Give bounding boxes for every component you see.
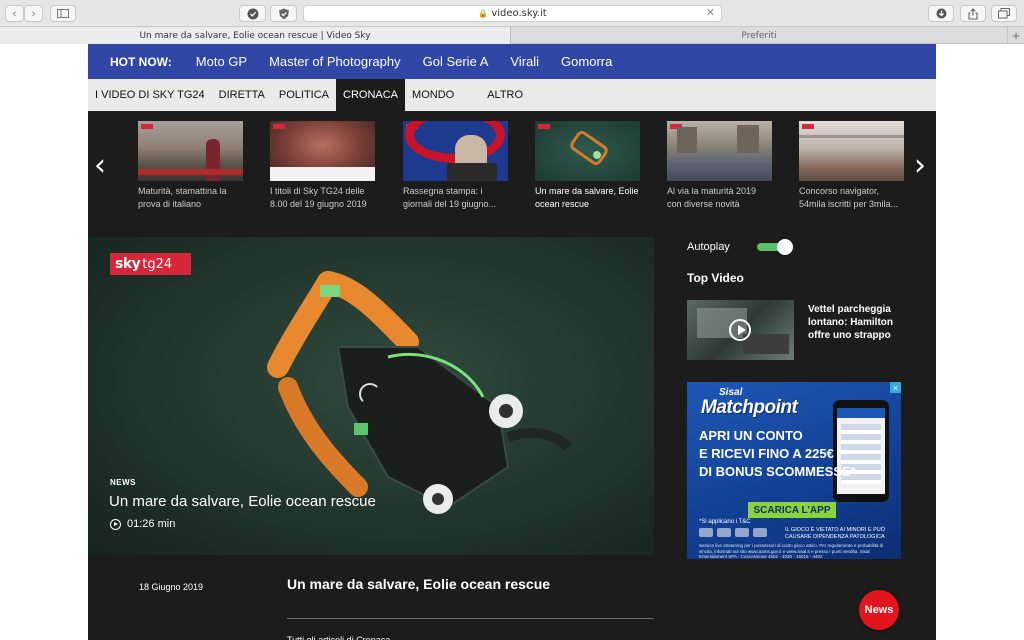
ad-brand: Matchpoint bbox=[701, 397, 798, 418]
logo-sky-text: sky bbox=[115, 256, 141, 272]
sky-badge-icon bbox=[538, 124, 550, 129]
thumbnail-image bbox=[138, 121, 243, 181]
ad-download-button[interactable]: SCARICA L'APP bbox=[748, 502, 836, 518]
sky-badge-icon bbox=[802, 124, 814, 129]
autoplay-row: Autoplay bbox=[687, 237, 901, 257]
autoplay-toggle[interactable] bbox=[757, 239, 793, 255]
downloads-icon[interactable] bbox=[928, 5, 954, 22]
article-title: Un mare da salvare, Eolie ocean rescue bbox=[287, 576, 551, 592]
video-player[interactable]: sky tg24 NEWS Un mare da salvare, Eolie … bbox=[88, 237, 654, 555]
article-date: 18 Giugno 2019 bbox=[139, 582, 204, 592]
tab-strip: Un mare da salvare, Eolie ocean rescue |… bbox=[0, 27, 1024, 44]
phone-illustration-icon bbox=[833, 400, 889, 502]
ad-line-3: DI BONUS SCOMMESSE* bbox=[699, 464, 856, 479]
carousel-caption: Maturità, stamattina la prova di italian… bbox=[138, 186, 227, 209]
play-icon[interactable] bbox=[729, 319, 751, 341]
hot-item-gomorra[interactable]: Gomorra bbox=[561, 54, 612, 69]
ad-terms: *Si applicano i T&C bbox=[699, 519, 751, 525]
carousel-item[interactable]: Concorso navigator, 54mila iscritti per … bbox=[799, 121, 904, 211]
toggle-knob bbox=[777, 239, 793, 255]
video-carousel: ‹ Maturità, stamattina la prova di itali… bbox=[88, 111, 936, 218]
article-more-link[interactable]: Tutti gli articoli di Cronaca bbox=[287, 634, 390, 640]
logo-tg24-text: tg24 bbox=[142, 256, 173, 272]
thumbnail-image bbox=[270, 121, 375, 181]
hot-now-label: HOT NOW: bbox=[110, 54, 172, 69]
ad-line-2: E RICEVI FINO A 225€ bbox=[699, 446, 834, 461]
sisal-matchpoint-ad[interactable]: × Sisal Matchpoint APRI UN CONTO E RICEV… bbox=[687, 382, 901, 559]
carousel-caption: Un mare da salvare, Eolie ocean rescue bbox=[535, 186, 639, 209]
ad-fine-print: Service live streaming per i possessori … bbox=[699, 543, 884, 559]
nav-politica[interactable]: POLITICA bbox=[272, 79, 336, 111]
ad-warning: IL GIOCO È VIETATO AI MINORI E PUÒ CAUSA… bbox=[785, 527, 886, 540]
hot-item-master-of-photography[interactable]: Master of Photography bbox=[269, 54, 401, 69]
sky-badge-icon bbox=[141, 124, 153, 129]
thumbnail-image bbox=[403, 121, 508, 181]
carousel-item[interactable]: Maturità, stamattina la prova di italian… bbox=[138, 121, 243, 211]
carousel-next-icon[interactable]: › bbox=[914, 151, 926, 181]
address-bar[interactable]: 🔒 video.sky.it ✕ bbox=[303, 5, 722, 22]
ad-line-1: APRI UN CONTO bbox=[699, 428, 803, 443]
article-divider bbox=[287, 618, 654, 619]
duration-text: 01:26 min bbox=[127, 518, 176, 530]
carousel-prev-icon[interactable]: ‹ bbox=[94, 151, 106, 181]
carousel-item[interactable]: I titoli di Sky TG24 delle 8.00 del 19 g… bbox=[270, 121, 375, 211]
ad-close-icon[interactable]: × bbox=[890, 382, 901, 393]
category-nav: I VIDEO DI SKY TG24 DIRETTA POLITICA CRO… bbox=[88, 79, 936, 111]
sky-badge-icon bbox=[273, 124, 285, 129]
video-category: NEWS bbox=[110, 478, 136, 487]
privacy-shield-icon[interactable] bbox=[239, 5, 266, 22]
tabs-overview-icon[interactable] bbox=[991, 5, 1017, 22]
video-title: Un mare da salvare, Eolie ocean rescue bbox=[109, 493, 376, 510]
thumbnail-image bbox=[535, 121, 640, 181]
top-video-thumbnail[interactable] bbox=[687, 300, 794, 360]
carousel-caption: I titoli di Sky TG24 delle 8.00 del 19 g… bbox=[270, 186, 367, 209]
loading-spinner-icon bbox=[359, 383, 381, 405]
back-icon[interactable]: ‹ bbox=[5, 5, 24, 22]
news-floating-button[interactable]: News bbox=[859, 590, 899, 630]
autoplay-label: Autoplay bbox=[687, 241, 730, 253]
share-icon[interactable] bbox=[960, 5, 986, 22]
thumbnail-image bbox=[799, 121, 904, 181]
carousel-caption: Concorso navigator, 54mila iscritti per … bbox=[799, 186, 899, 209]
extension-shield-icon[interactable] bbox=[270, 5, 297, 22]
carousel-item[interactable]: Un mare da salvare, Eolie ocean rescue bbox=[535, 121, 640, 211]
site-container: HOT NOW: Moto GP Master of Photography G… bbox=[88, 44, 936, 640]
carousel-caption: Al via la maturità 2019 con diverse novi… bbox=[667, 186, 757, 209]
carousel-caption: Rassegna stampa: i giornali del 19 giugn… bbox=[403, 186, 497, 209]
top-video-heading: Top Video bbox=[687, 271, 744, 285]
stop-icon[interactable]: ✕ bbox=[706, 6, 715, 19]
ad-regulator-logos-icon bbox=[699, 528, 779, 538]
nav-video-sky-tg24[interactable]: I VIDEO DI SKY TG24 bbox=[88, 79, 212, 111]
sky-tg24-logo: sky tg24 bbox=[110, 253, 191, 275]
thumbnail-image bbox=[667, 121, 772, 181]
hot-item-moto-gp[interactable]: Moto GP bbox=[196, 54, 247, 69]
browser-toolbar: ‹ › 🔒 video.sky.it ✕ bbox=[0, 0, 1024, 27]
nav-mondo[interactable]: MONDO bbox=[405, 79, 461, 111]
new-tab-button[interactable]: + bbox=[1007, 27, 1024, 44]
tab-video-sky[interactable]: Un mare da salvare, Eolie ocean rescue |… bbox=[0, 27, 511, 44]
carousel-item[interactable]: Rassegna stampa: i giornali del 19 giugn… bbox=[403, 121, 508, 211]
forward-icon[interactable]: › bbox=[24, 5, 43, 22]
play-icon[interactable] bbox=[110, 518, 121, 530]
nav-cronaca[interactable]: CRONACA bbox=[336, 79, 406, 111]
carousel-item[interactable]: Al via la maturità 2019 con diverse novi… bbox=[667, 121, 772, 211]
nav-altro[interactable]: ALTRO bbox=[461, 79, 530, 111]
tab-preferiti[interactable]: Preferiti bbox=[511, 27, 1007, 44]
sidebar-icon[interactable] bbox=[50, 5, 76, 22]
hot-now-bar: HOT NOW: Moto GP Master of Photography G… bbox=[88, 44, 936, 79]
lock-icon: 🔒 bbox=[478, 9, 489, 18]
top-video-title[interactable]: Vettel parcheggia lontano: Hamilton offr… bbox=[808, 303, 903, 342]
hot-item-virali[interactable]: Virali bbox=[510, 54, 539, 69]
url-text: video.sky.it bbox=[491, 8, 547, 19]
video-duration: 01:26 min bbox=[110, 518, 175, 530]
hot-item-gol-serie-a[interactable]: Gol Serie A bbox=[423, 54, 489, 69]
nav-diretta[interactable]: DIRETTA bbox=[212, 79, 272, 111]
